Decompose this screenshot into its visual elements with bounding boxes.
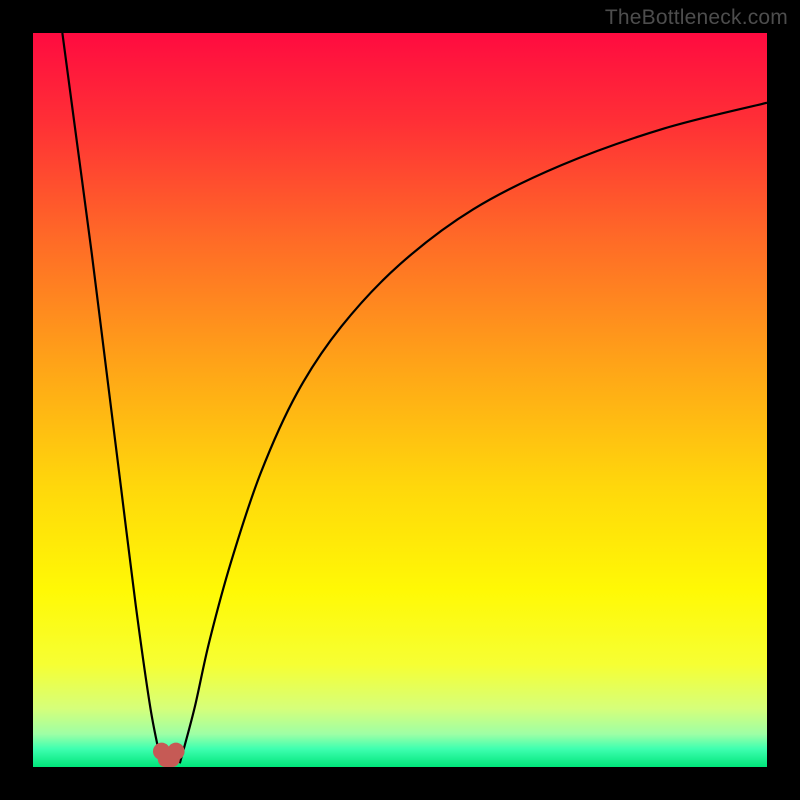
watermark-text: TheBottleneck.com [605, 6, 788, 30]
plot-svg [33, 33, 767, 767]
plot-area [33, 33, 767, 767]
chart-frame: TheBottleneck.com [0, 0, 800, 800]
